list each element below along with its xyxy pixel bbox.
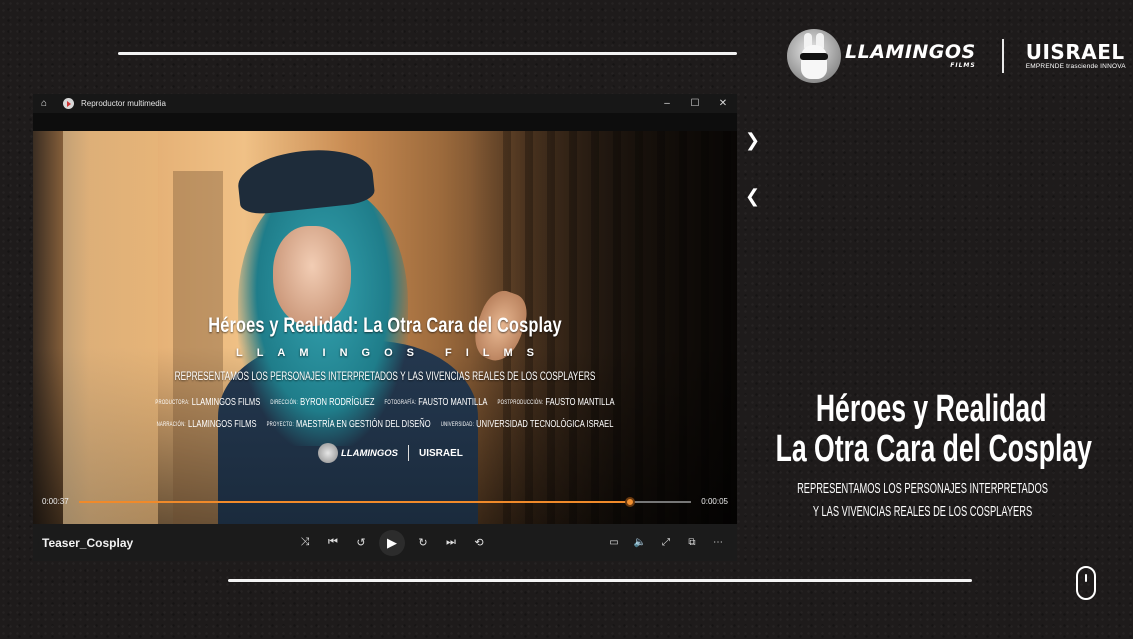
video-tagline-overlay: REPRESENTAMOS LOS PERSONAJES INTERPRETAD… bbox=[174, 371, 596, 383]
llamingos-wordmark: LLAMINGOS FILMS bbox=[845, 41, 976, 69]
next-icon[interactable]: ⏭ bbox=[437, 536, 465, 549]
subtitles-icon[interactable]: ▭ bbox=[601, 537, 627, 548]
video-credits-row: PRODUCTORA: LLAMINGOS FILMS DIRECCIÓN: BYRO… bbox=[132, 396, 639, 408]
player-titlebar: ⌂ Reproductor multimedia – ☐ ✕ bbox=[33, 94, 737, 113]
remaining-time: 0:00:05 bbox=[701, 497, 728, 506]
credit-value: FAUSTO MANTILLA bbox=[545, 396, 615, 408]
slide-subtitle-line1: REPRESENTAMOS LOS PERSONAJES INTERPRETAD… bbox=[797, 480, 1048, 497]
credit-item: UNIVERSIDAD: UNIVERSIDAD TECNOLÓGICA ISRA… bbox=[441, 418, 614, 430]
maximize-icon[interactable]: ☐ bbox=[681, 98, 709, 109]
credit-item: NARRACIÓN: LLAMINGOS FILMS bbox=[157, 418, 257, 430]
mini-player-icon[interactable]: ⧉ bbox=[679, 537, 705, 548]
credit-value: LLAMINGOS FILMS bbox=[188, 418, 257, 430]
credit-label: UNIVERSIDAD: bbox=[440, 422, 475, 428]
credit-label: FOTOGRAFÍA: bbox=[384, 400, 417, 406]
slide-subtitle-line2: Y LAS VIVENCIAS REALES DE LOS COSPLAYERS bbox=[812, 503, 1033, 520]
slide-title-line2: La Otra Cara del Cosplay bbox=[775, 428, 1092, 470]
credit-value: UNIVERSIDAD TECNOLÓGICA ISRAEL bbox=[476, 418, 614, 430]
credit-label: NARRACIÓN: bbox=[156, 422, 186, 428]
media-player-window: ⌂ Reproductor multimedia – ☐ ✕ Héroes y … bbox=[33, 94, 737, 561]
play-button[interactable]: ▶ bbox=[379, 529, 405, 556]
video-frame[interactable]: Héroes y Realidad: La Otra Cara del Cosp… bbox=[33, 131, 737, 524]
next-slide-icon[interactable]: ❯ bbox=[745, 130, 760, 151]
media-player-icon bbox=[63, 98, 74, 109]
window-title: Reproductor multimedia bbox=[81, 99, 166, 108]
rewind-10-icon[interactable]: ↺ bbox=[347, 536, 375, 549]
credit-item: POSTPRODUCCIÓN: FAUSTO MANTILLA bbox=[498, 396, 615, 408]
credit-value: LLAMINGOS FILMS bbox=[191, 396, 261, 408]
uisrael-logo: UISRAEL EMPRENDE trasciende INNOVA bbox=[1025, 39, 1126, 70]
video-credits-row: NARRACIÓN: LLAMINGOS FILMS PROYECTO: MAESTR… bbox=[132, 418, 639, 430]
bottom-divider-line bbox=[228, 579, 972, 582]
home-icon[interactable]: ⌂ bbox=[41, 98, 57, 109]
letterbox-top bbox=[33, 113, 737, 131]
video-title-overlay: Héroes y Realidad: La Otra Cara del Cosp… bbox=[208, 314, 562, 337]
fullscreen-icon[interactable]: ⤢ bbox=[653, 537, 679, 548]
volume-icon[interactable]: 🔈 bbox=[627, 537, 653, 548]
seek-bar[interactable] bbox=[79, 497, 691, 507]
video-logos: LLAMINGOS UISRAEL bbox=[318, 443, 463, 463]
credit-item: DIRECCIÓN: BYRON RODRÍGUEZ bbox=[270, 396, 374, 408]
repeat-off-icon[interactable]: ⟲ bbox=[465, 536, 493, 549]
credit-label: DIRECCIÓN: bbox=[270, 400, 298, 406]
llama-logo-icon bbox=[787, 29, 841, 83]
previous-slide-icon[interactable]: ❮ bbox=[745, 186, 760, 207]
credit-value: FAUSTO MANTILLA bbox=[418, 396, 488, 408]
credit-value: BYRON RODRÍGUEZ bbox=[300, 396, 375, 408]
media-title: Teaser_Cosplay bbox=[42, 535, 134, 550]
seek-progress bbox=[79, 501, 630, 503]
close-icon[interactable]: ✕ bbox=[709, 98, 737, 109]
top-divider-line bbox=[118, 52, 737, 55]
scroll-mouse-icon[interactable] bbox=[1076, 566, 1096, 600]
previous-icon[interactable]: ⏮ bbox=[319, 536, 347, 549]
forward-30-icon[interactable]: ↻ bbox=[409, 536, 437, 549]
seek-handle[interactable] bbox=[624, 497, 635, 507]
video-studio-overlay: LLAMINGOS FILMS bbox=[235, 347, 549, 359]
credit-value: MAESTRÍA EN GESTIÓN DEL DISEÑO bbox=[296, 418, 431, 430]
more-options-icon[interactable]: ⋯ bbox=[705, 537, 731, 548]
credit-label: POSTPRODUCCIÓN: bbox=[497, 400, 544, 406]
player-controls: Teaser_Cosplay ⤨ ⏮ ↺ ▶ ↻ ⏭ ⟲ ▭ 🔈 ⤢ ⧉ ⋯ bbox=[33, 524, 737, 561]
current-time: 0:00:37 bbox=[42, 497, 69, 506]
credit-label: PRODUCTORA: bbox=[155, 400, 190, 406]
llama-logo-icon bbox=[318, 443, 338, 463]
slide-title-line1: Héroes y Realidad bbox=[815, 388, 1046, 430]
credit-item: PRODUCTORA: LLAMINGOS FILMS bbox=[155, 396, 260, 408]
credit-label: PROYECTO: bbox=[266, 422, 294, 428]
brand-header: LLAMINGOS FILMS UISRAEL EMPRENDE trascie… bbox=[787, 24, 1126, 88]
credit-item: PROYECTO: MAESTRÍA EN GESTIÓN DEL DISEÑO bbox=[267, 418, 431, 430]
brand-separator bbox=[1001, 39, 1004, 73]
minimize-icon[interactable]: – bbox=[653, 98, 681, 109]
credit-item: FOTOGRAFÍA: FAUSTO MANTILLA bbox=[385, 396, 488, 408]
shuffle-icon[interactable]: ⤨ bbox=[291, 536, 319, 549]
